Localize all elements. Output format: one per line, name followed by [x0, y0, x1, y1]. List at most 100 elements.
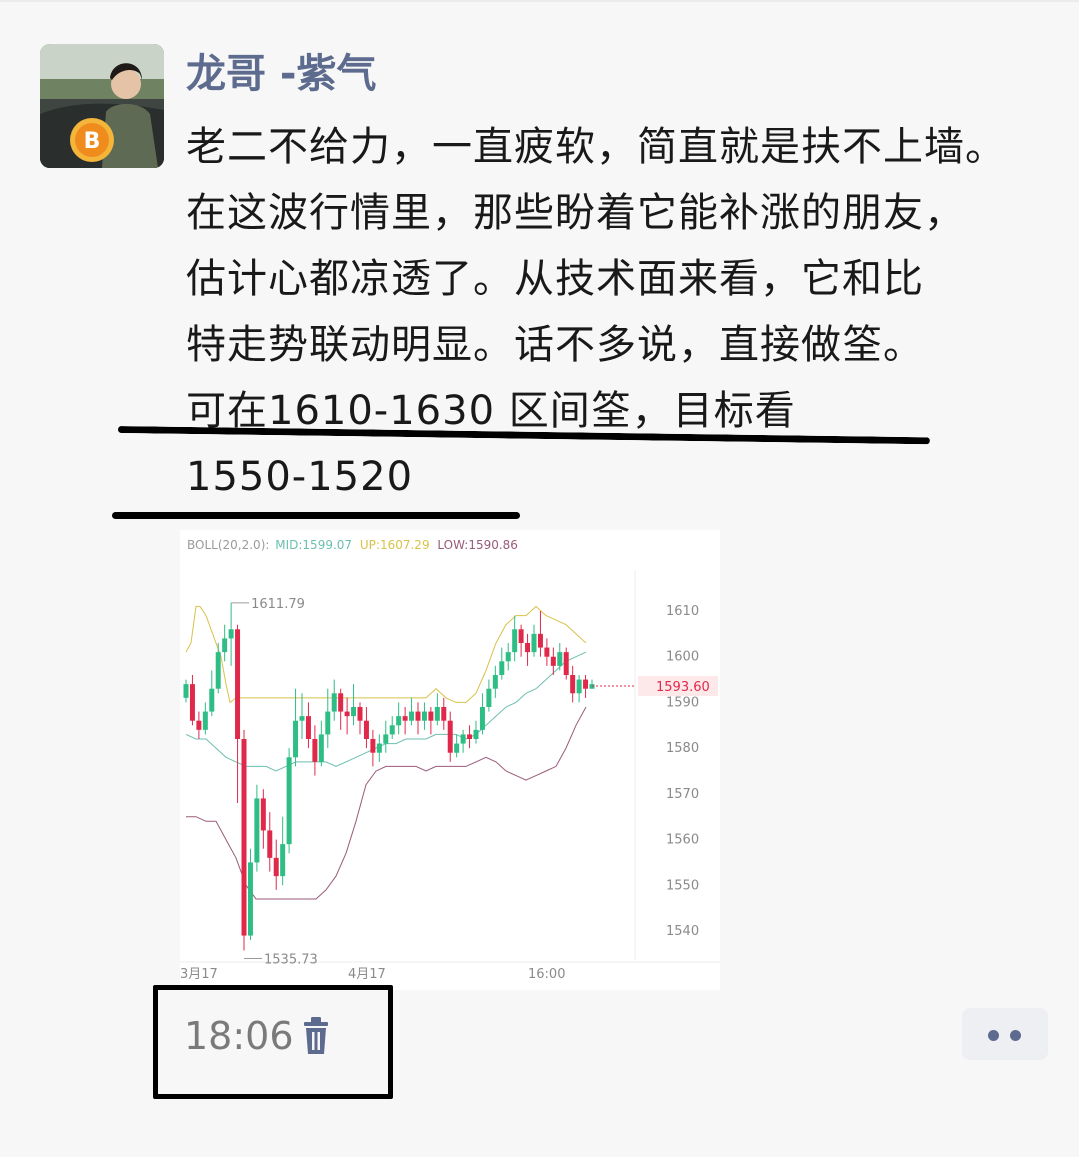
- candle: [467, 725, 473, 749]
- candle-body: [473, 729, 479, 739]
- candle-body: [338, 693, 344, 712]
- x-tick-label: 3月17: [180, 967, 218, 982]
- candle: [383, 720, 389, 753]
- candle-body: [293, 720, 299, 758]
- candle-body: [486, 688, 492, 707]
- candle: [499, 647, 505, 680]
- candle-body: [492, 675, 498, 689]
- candle-body: [351, 707, 357, 717]
- candle: [415, 702, 421, 735]
- candle: [318, 720, 324, 767]
- post-line: 估计心都凉透了。从技术面来看，它和比: [186, 256, 924, 302]
- candle-body: [563, 652, 569, 675]
- boll-up-line: [185, 605, 587, 704]
- post-line: 1550-1520: [186, 454, 414, 500]
- candle: [486, 679, 492, 712]
- candle: [512, 615, 518, 662]
- candle: [293, 688, 299, 767]
- more-dot-icon: [988, 1030, 999, 1041]
- candle: [389, 716, 395, 739]
- candle: [299, 693, 305, 739]
- candle: [518, 624, 524, 657]
- candle-body: [325, 711, 331, 735]
- candle-body: [254, 798, 260, 863]
- candle: [267, 812, 273, 872]
- candle-body: [189, 684, 195, 721]
- candle: [589, 679, 595, 689]
- candle-body: [576, 679, 582, 694]
- candle-body: [235, 629, 241, 739]
- candle-body: [280, 844, 286, 877]
- more-dot-icon: [1010, 1030, 1021, 1041]
- candle: [241, 729, 247, 951]
- candle-body: [331, 693, 337, 712]
- candle-body: [222, 638, 228, 653]
- candle-body: [460, 734, 466, 744]
- svg-text:BOLL(20,2.0): MID:1599.0: BOLL(20,2.0): MID:1599.07 UP:1607.29 LOW…: [187, 538, 518, 552]
- candle: [447, 711, 453, 762]
- svg-text:B: B: [84, 129, 101, 154]
- post-text: 老二不给力，一直疲软，简直就是扶不上墙。 在这波行情里，那些盼着它能补涨的朋友，…: [186, 114, 1066, 510]
- high-price-label: 1611.79: [251, 597, 305, 612]
- candle-body: [209, 688, 215, 712]
- candle: [209, 670, 215, 717]
- candle: [479, 693, 485, 735]
- candle-body: [357, 707, 363, 721]
- underline-mark: [112, 512, 520, 519]
- candle: [363, 707, 369, 749]
- candle-body: [267, 830, 273, 858]
- candle-body: [363, 720, 369, 739]
- candle: [312, 725, 318, 776]
- more-options-button[interactable]: [962, 1008, 1048, 1060]
- candle-body: [421, 711, 427, 721]
- candle-body: [202, 711, 208, 730]
- candle-body: [344, 711, 350, 717]
- candle: [421, 702, 427, 730]
- candle-body: [241, 739, 247, 936]
- candle-body: [402, 716, 408, 721]
- candle-body: [557, 652, 563, 666]
- y-tick-label: 1550: [666, 878, 699, 893]
- candle-body: [247, 862, 253, 936]
- author-name[interactable]: 龙哥 -紫气: [186, 48, 377, 100]
- candle: [434, 693, 440, 726]
- candle-body: [409, 711, 415, 721]
- candle: [460, 729, 466, 753]
- candle: [473, 720, 479, 744]
- candle: [189, 675, 195, 726]
- candle-body: [196, 720, 202, 730]
- candle-body: [467, 734, 473, 739]
- trash-icon[interactable]: [300, 1016, 332, 1056]
- candle-body: [544, 647, 550, 657]
- candle: [247, 848, 253, 941]
- candle-body: [518, 629, 524, 643]
- candle: [570, 665, 576, 703]
- low-price-label: 1535.73: [264, 953, 318, 968]
- candle: [196, 711, 202, 739]
- candle: [351, 684, 357, 726]
- candle-body: [531, 633, 537, 653]
- candle: [544, 638, 550, 666]
- x-tick-label: 16:00: [528, 967, 565, 982]
- post-line: 在这波行情里，那些盼着它能补涨的朋友，: [186, 190, 965, 236]
- last-price-label: 1593.60: [656, 680, 710, 695]
- author-avatar[interactable]: B: [40, 44, 164, 168]
- candle-body: [215, 652, 221, 689]
- candle: [454, 734, 460, 758]
- candle: [344, 697, 350, 735]
- y-tick-label: 1570: [666, 787, 699, 802]
- candle: [583, 675, 589, 698]
- candle-body: [537, 633, 543, 648]
- candle: [222, 624, 228, 662]
- candle-body: [389, 725, 395, 735]
- candle-body: [550, 656, 556, 666]
- post-time: 18:06: [184, 1014, 294, 1058]
- candle: [280, 816, 286, 886]
- x-tick-label: 4月17: [348, 967, 386, 982]
- candle: [370, 729, 376, 767]
- candle-body: [570, 675, 576, 694]
- candle: [525, 633, 531, 666]
- candle: [441, 697, 447, 730]
- candle-body: [370, 739, 376, 753]
- price-chart-image[interactable]: BOLL(20,2.0): MID:1599.07 UP:1607.29 LOW…: [180, 530, 720, 990]
